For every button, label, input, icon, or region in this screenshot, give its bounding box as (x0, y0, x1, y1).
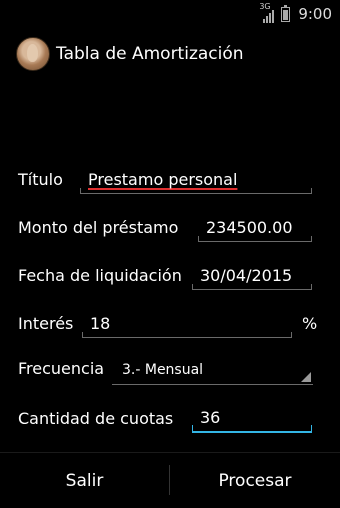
titulo-label: Título (18, 170, 63, 189)
fecha-field[interactable]: 30/04/2015 (192, 262, 312, 290)
titulo-field[interactable]: Prestamo personal (80, 166, 312, 194)
status-icons: 3G 9:00 (259, 3, 332, 24)
interes-value: 18 (90, 314, 111, 333)
clock: 9:00 (298, 5, 332, 23)
frecuencia-value: 3.- Mensual (122, 362, 204, 378)
app-title: Tabla de Amortización (56, 44, 244, 64)
cuotas-label: Cantidad de cuotas (18, 409, 174, 428)
cuotas-row: Cantidad de cuotas 36 (18, 405, 318, 439)
salir-button[interactable]: Salir (0, 453, 169, 508)
cuotas-field[interactable]: 36 (192, 405, 312, 433)
interes-field[interactable]: 18 (82, 310, 292, 338)
titulo-value: Prestamo personal (88, 170, 238, 189)
monto-row: Monto del préstamo 234500.00 (18, 214, 318, 248)
frecuencia-label: Frecuencia (18, 359, 105, 378)
fecha-label: Fecha de liquidación (18, 266, 182, 285)
percent-symbol: % (302, 314, 318, 333)
button-bar: Salir Procesar (0, 452, 340, 508)
monto-label: Monto del préstamo (18, 218, 179, 237)
battery-icon (281, 4, 291, 22)
titulo-row: Título Prestamo personal (18, 166, 318, 200)
action-bar: Tabla de Amortización (0, 28, 340, 80)
status-bar: 3G 9:00 (0, 0, 340, 28)
signal-icon: 3G (259, 3, 277, 23)
fecha-value: 30/04/2015 (200, 266, 293, 285)
interes-label: Interés (18, 314, 74, 333)
cuotas-value: 36 (200, 408, 221, 427)
app-logo-icon[interactable] (16, 37, 50, 71)
monto-field[interactable]: 234500.00 (198, 214, 312, 242)
procesar-button[interactable]: Procesar (170, 453, 340, 508)
dropdown-arrow-icon (301, 372, 311, 382)
interes-row: Interés 18 % (18, 310, 322, 344)
fecha-row: Fecha de liquidación 30/04/2015 (18, 262, 318, 296)
frecuencia-spinner[interactable]: 3.- Mensual (112, 357, 313, 385)
monto-value: 234500.00 (206, 218, 293, 237)
